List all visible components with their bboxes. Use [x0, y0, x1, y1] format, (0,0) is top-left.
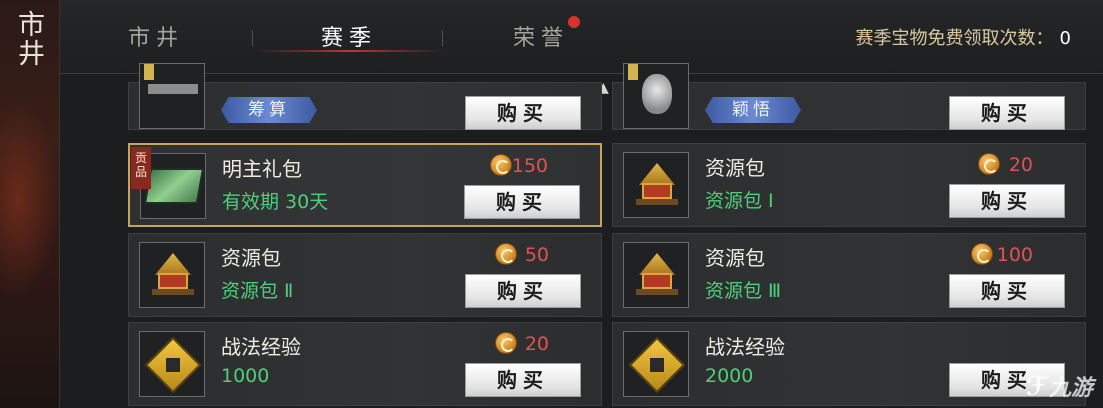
item-subtitle: 资源包 Ⅲ [705, 280, 782, 302]
item-name: 资源包 [221, 246, 281, 270]
shop-item[interactable]: 战法经验 2000 购买 [612, 322, 1086, 406]
watermark: ℱ九游 [1026, 370, 1093, 402]
free-claim-label: 赛季宝物免费领取次数： [855, 28, 1054, 49]
item-price: 20 [1008, 154, 1033, 176]
watermark-text: 九游 [1048, 376, 1093, 401]
shop-item-partial: 筹算 购买 [128, 63, 602, 130]
coin-icon [971, 243, 993, 265]
item-subtitle: 有效期 30天 [222, 191, 329, 213]
fist-icon [144, 336, 202, 394]
buy-button[interactable]: 购买 [465, 274, 581, 308]
item-price: 50 [524, 244, 549, 266]
buy-button[interactable]: 购买 [949, 184, 1065, 218]
buy-button[interactable]: 购买 [949, 274, 1065, 308]
item-subtitle: 资源包 Ⅱ [221, 280, 294, 302]
item-subtitle: 2000 [705, 365, 754, 387]
item-icon-frame [139, 331, 205, 397]
shop-item[interactable]: 资源包 资源包 Ⅲ 100 购买 [612, 233, 1086, 317]
tab-market[interactable]: 市井 [126, 20, 186, 54]
buy-button[interactable]: 购买 [949, 96, 1065, 130]
tab-divider [442, 30, 443, 46]
corner-tag-icon [628, 64, 638, 80]
corner-tag-icon [144, 64, 154, 80]
item-icon-frame [139, 242, 205, 308]
item-subtitle: 资源包 Ⅰ [705, 190, 774, 212]
coin-icon [490, 154, 512, 176]
item-name: 战法经验 [221, 335, 301, 359]
shop-item[interactable]: 资源包 资源包 Ⅱ 50 购买 [128, 233, 602, 317]
shop-item-partial: 颖悟 购买 [612, 63, 1086, 130]
item-name: 资源包 [705, 156, 765, 180]
tab-divider [252, 30, 253, 46]
tribute-badge: 贡品 [131, 147, 151, 189]
coin-icon [978, 153, 1000, 175]
buy-button[interactable]: 购买 [465, 96, 581, 130]
skill-tag: 颖悟 [705, 97, 801, 123]
notification-dot-icon [568, 16, 580, 28]
item-icon-frame [623, 242, 689, 308]
tab-active-indicator [255, 50, 445, 52]
tab-season[interactable]: 赛季 [317, 20, 381, 54]
shop-item[interactable]: 贡品 明主礼包 有效期 30天 150 购买 [128, 143, 602, 227]
item-name: 明主礼包 [222, 157, 302, 181]
skill-tag: 筹算 [221, 97, 317, 123]
item-price: 100 [996, 244, 1033, 266]
watermark-logo-icon: ℱ [1025, 372, 1047, 402]
free-claim-count: 赛季宝物免费领取次数： 0 [856, 24, 1071, 50]
item-icon-frame [623, 152, 689, 218]
item-name: 资源包 [705, 246, 765, 270]
coin-icon [495, 243, 517, 265]
shop-item[interactable]: 资源包 资源包 Ⅰ 20 购买 [612, 143, 1086, 227]
item-name: 战法经验 [705, 335, 785, 359]
free-claim-value: 0 [1059, 28, 1071, 49]
item-icon-frame [139, 63, 205, 129]
side-panel: 市井 [0, 0, 60, 408]
item-icon-frame [623, 63, 689, 129]
item-price: 20 [524, 333, 549, 355]
gift-icon [143, 168, 205, 204]
coin-icon [495, 332, 517, 354]
weapon-icon [148, 84, 198, 94]
buy-button[interactable]: 购买 [465, 363, 581, 397]
buy-button[interactable]: 购买 [464, 185, 580, 219]
item-subtitle: 1000 [221, 365, 270, 387]
resource-chest-icon [152, 253, 194, 297]
crane-icon [642, 74, 672, 114]
shop-item[interactable]: 战法经验 1000 20 购买 [128, 322, 602, 406]
side-title: 市井 [13, 10, 44, 68]
tab-honor[interactable]: 荣誉 [509, 20, 573, 54]
fist-icon [628, 336, 686, 394]
resource-chest-icon [636, 163, 678, 207]
item-icon-frame [623, 331, 689, 397]
item-price: 150 [511, 155, 548, 177]
tab-bar: 市井 赛季 荣誉 赛季宝物免费领取次数： 0 [60, 0, 1103, 74]
resource-chest-icon [636, 253, 678, 297]
